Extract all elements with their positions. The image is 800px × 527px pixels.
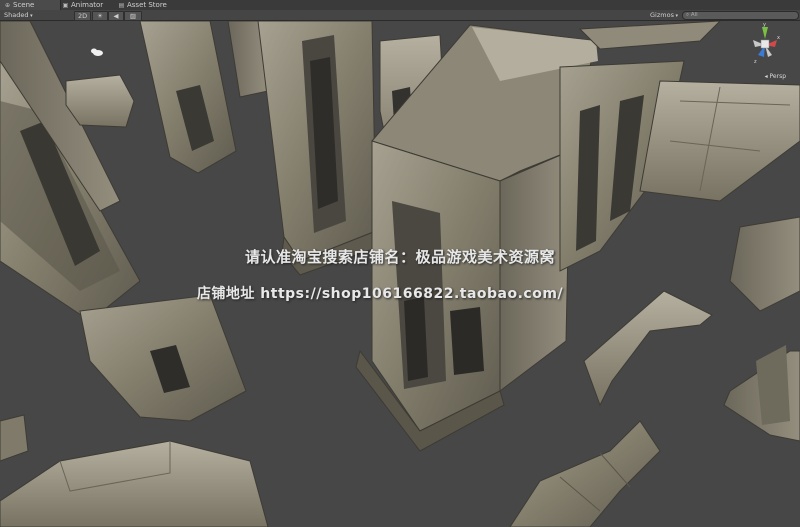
- ruin-floor-right: [639, 80, 800, 202]
- scene-viewport[interactable]: y x z ◂ Persp 请认准淘宝搜索店铺名：极品游戏美术资源窝 店铺地址 …: [0, 21, 800, 527]
- shading-mode-dropdown[interactable]: Shaded: [4, 11, 33, 19]
- search-input[interactable]: ⌕ All: [682, 11, 799, 20]
- gizmos-dropdown[interactable]: Gizmos: [650, 11, 678, 19]
- effects-toggle-icon[interactable]: ▨: [124, 11, 142, 21]
- gizmo-x-label: x: [777, 35, 780, 41]
- watermark-line-1: 请认准淘宝搜索店铺名：极品游戏美术资源窝: [244, 248, 555, 266]
- tab-asset-store[interactable]: ▤ Asset Store: [114, 0, 171, 10]
- persp-icon: ◂: [764, 73, 768, 80]
- ruin-arch-fragment: [583, 290, 713, 407]
- projection-label[interactable]: ◂ Persp: [765, 73, 786, 80]
- ruin-top-slab: [578, 21, 721, 50]
- scene-toolbar: Shaded 2D ☀ ◀ ▨ Gizmos ⌕ All: [0, 10, 800, 21]
- gizmo-y-label: y: [763, 23, 766, 28]
- watermark-line-2: 店铺地址 https://shop106166822.taobao.com/: [196, 286, 564, 302]
- ruin-fragment-window: [79, 294, 247, 422]
- ruin-small-block: [65, 74, 135, 128]
- ruin-curved-wall: [0, 414, 269, 527]
- mode-2d-button[interactable]: 2D: [74, 11, 92, 21]
- orientation-gizmo[interactable]: y x z: [748, 23, 782, 65]
- tab-animator[interactable]: ▣ Animator: [58, 0, 107, 10]
- light-icon: [91, 48, 103, 56]
- ruin-left-wall: [0, 21, 141, 322]
- ruin-tower-left: [139, 21, 269, 174]
- audio-toggle-icon[interactable]: ◀: [108, 11, 124, 21]
- ruin-column-base: [723, 345, 800, 442]
- gizmo-z-label: z: [754, 59, 757, 65]
- ruin-pillar-center-left: [257, 21, 379, 276]
- search-icon: ⌕: [686, 12, 690, 18]
- lighting-toggle-icon[interactable]: ☀: [92, 11, 108, 21]
- tab-scene[interactable]: ⊕ Scene: [0, 0, 61, 10]
- ruin-stair-fragment: [509, 420, 661, 527]
- scene-render: [0, 21, 800, 527]
